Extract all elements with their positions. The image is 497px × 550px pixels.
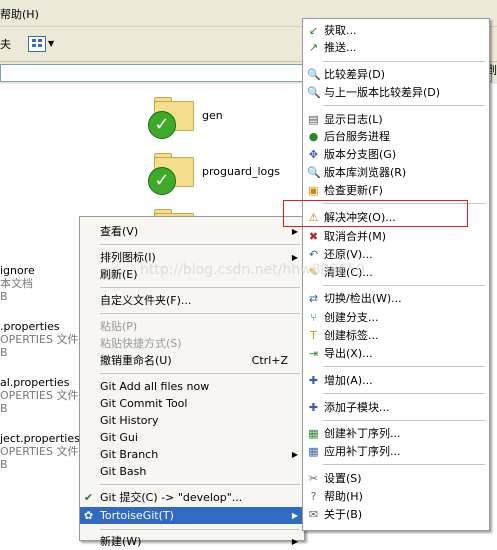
- toolbar-cut-text: 夫: [0, 38, 11, 51]
- menu-item-tortoisegit[interactable]: ✿ TortoiseGit(T) ▶: [80, 507, 304, 524]
- menu-item-new[interactable]: 新建(W) ▶: [80, 533, 304, 550]
- tg-abort-merge[interactable]: ✖ 取消合并(M): [303, 228, 489, 245]
- diff-prev-icon: 🔍: [307, 86, 321, 99]
- revert-icon: ↶: [308, 248, 319, 261]
- tg-create-patch[interactable]: ▦ 创建补丁序列...: [303, 425, 489, 442]
- tg-switch[interactable]: ⇄ 切换/检出(W)...: [303, 290, 489, 307]
- file-item[interactable]: al.properties OPERTIES 文件 B: [0, 376, 78, 415]
- git-commit-icon: ✔: [83, 491, 94, 504]
- menu-item-git-history[interactable]: Git History: [80, 412, 304, 429]
- menu-item-git-commit[interactable]: ✔ Git 提交(C) -> "develop"...: [80, 489, 304, 506]
- tg-diff[interactable]: 🔍 比较差异(D): [303, 66, 489, 83]
- export-icon: ⇥: [308, 347, 319, 360]
- folder-icon: ✓: [148, 151, 196, 195]
- file-type: OPERTIES 文件: [0, 333, 79, 346]
- file-size: B: [0, 290, 8, 303]
- tg-export[interactable]: ⇥ 导出(X)...: [303, 345, 489, 362]
- submodule-icon: ✚: [308, 401, 319, 414]
- menu-item-view[interactable]: 查看(V) ▶: [80, 223, 304, 240]
- menu-item-git-add-all[interactable]: Git Add all files now: [80, 378, 304, 395]
- folder-name: gen: [202, 109, 223, 122]
- push-icon: ↗: [308, 41, 319, 54]
- chevron-down-icon: ▼: [48, 39, 55, 48]
- tg-add[interactable]: ✚ 增加(A)...: [303, 372, 489, 389]
- check-updates-icon: ▣: [308, 184, 319, 197]
- daemon-icon: ●: [308, 130, 319, 143]
- submenu-arrow-icon: ▶: [291, 537, 298, 546]
- tg-settings[interactable]: ✂ 设置(S): [303, 470, 489, 487]
- submenu-arrow-icon: ▶: [291, 511, 298, 520]
- file-item[interactable]: ject.properties OPERTIES 文件 B: [0, 432, 80, 471]
- log-icon: ▤: [308, 113, 319, 126]
- apply-patch-icon: ▦: [308, 445, 319, 458]
- views-button[interactable]: ▼: [24, 32, 56, 56]
- tg-revert[interactable]: ↶ 还原(V)...: [303, 246, 489, 263]
- tortoisegit-icon: ✿: [83, 509, 94, 522]
- tg-revision-graph[interactable]: ✥ 版本分支图(G): [303, 146, 489, 163]
- file-size: B: [0, 346, 8, 359]
- menu-item-undo-rename[interactable]: 撤销重命名(U) Ctrl+Z: [80, 352, 304, 369]
- menu-item-git-bash[interactable]: Git Bash: [80, 463, 304, 480]
- tg-fetch[interactable]: ↙ 获取...: [303, 22, 489, 39]
- menu-help[interactable]: 帮助(H): [0, 6, 39, 22]
- branch-icon: ⑂: [310, 311, 317, 324]
- file-size: B: [0, 402, 8, 415]
- file-type: OPERTIES 文件: [0, 445, 79, 458]
- tg-help[interactable]: ? 帮助(H): [303, 488, 489, 505]
- file-name: al.properties: [0, 376, 70, 389]
- fetch-icon: ↙: [308, 24, 319, 37]
- file-name: ject.properties: [0, 432, 80, 445]
- tag-icon: T: [310, 329, 317, 342]
- revision-graph-icon: ✥: [308, 148, 319, 161]
- folder-icon: ✓: [148, 95, 196, 139]
- menu-item-git-branch[interactable]: Git Branch ▶: [80, 446, 304, 463]
- menu-item-paste: 粘贴(P): [100, 320, 138, 333]
- repo-browser-icon: 🔍: [307, 166, 321, 179]
- file-size: B: [0, 458, 8, 471]
- create-patch-icon: ▦: [308, 427, 319, 440]
- about-icon: ✉: [308, 508, 319, 521]
- checkmark-icon: ✓: [148, 111, 176, 139]
- file-item[interactable]: .properties OPERTIES 文件 B: [0, 320, 78, 359]
- diff-icon: 🔍: [307, 68, 321, 81]
- switch-icon: ⇄: [308, 292, 319, 305]
- tg-push[interactable]: ↗ 推送...: [303, 39, 489, 56]
- settings-icon: ✂: [308, 472, 319, 485]
- checkmark-icon: ✓: [148, 167, 176, 195]
- tg-repo-browser[interactable]: 🔍 版本库浏览器(R): [303, 164, 489, 181]
- abort-merge-icon: ✖: [308, 230, 319, 243]
- tg-show-log[interactable]: ▤ 显示日志(L): [303, 111, 489, 128]
- tg-add-submodule[interactable]: ✚ 添加子模块...: [303, 399, 489, 416]
- tg-create-tag[interactable]: T 创建标签...: [303, 327, 489, 344]
- annotation-box: [283, 200, 468, 227]
- tg-apply-patch[interactable]: ▦ 应用补丁序列...: [303, 443, 489, 460]
- menu-item-git-commit-tool[interactable]: Git Commit Tool: [80, 395, 304, 412]
- menu-item-git-gui[interactable]: Git Gui: [80, 429, 304, 446]
- file-name: .properties: [0, 320, 60, 333]
- tg-diff-prev[interactable]: 🔍 与上一版本比较差异(D): [303, 84, 489, 101]
- file-item[interactable]: ignore 本文档 B: [0, 264, 35, 303]
- tg-create-branch[interactable]: ⑂ 创建分支...: [303, 309, 489, 326]
- folder-name: proguard_logs: [202, 165, 280, 178]
- tg-about[interactable]: ✉ 关于(B): [303, 506, 489, 523]
- views-icon: [28, 36, 46, 52]
- tg-check-updates[interactable]: ▣ 检查更新(F): [303, 182, 489, 199]
- submenu-arrow-icon: ▶: [291, 450, 298, 459]
- file-type: OPERTIES 文件: [0, 389, 79, 402]
- tg-daemon[interactable]: ● 后台服务进程: [303, 128, 489, 145]
- file-name: ignore: [0, 264, 35, 277]
- watermark: http://blog.csdn.net/hhw888659: [140, 262, 366, 278]
- file-type: 本文档: [0, 277, 33, 290]
- menu-item-paste-shortcut: 粘贴快捷方式(S): [100, 337, 182, 350]
- menu-item-customize-folder[interactable]: 自定义文件夹(F)...: [80, 292, 304, 309]
- help-icon: ?: [310, 490, 317, 503]
- add-icon: ✚: [308, 374, 319, 387]
